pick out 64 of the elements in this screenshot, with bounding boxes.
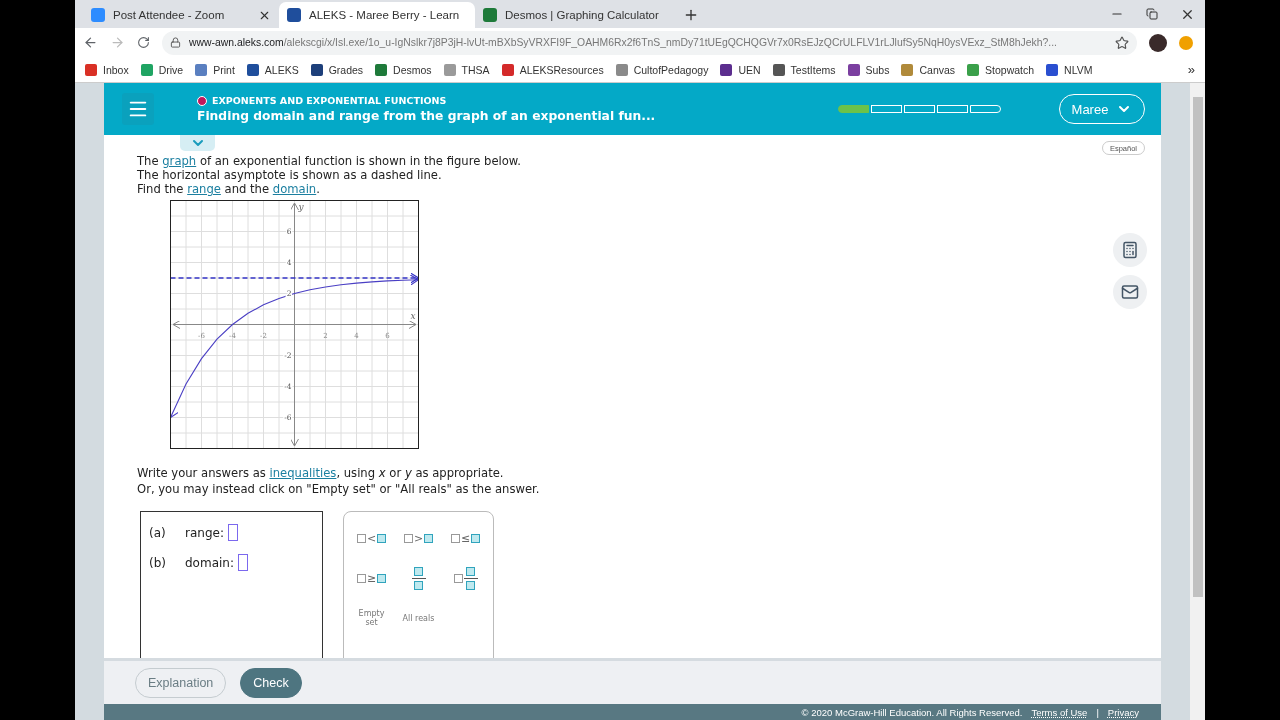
bookmark-item[interactable]: Stopwatch (967, 63, 1035, 76)
inequality-key[interactable]: ≤ (442, 518, 489, 558)
bookmark-item[interactable]: Canvas (901, 63, 956, 76)
topic-title: EXPONENTS AND EXPONENTIAL FUNCTIONS (212, 95, 447, 106)
answer-key[interactable]: All reals (398, 598, 439, 638)
bookmark-item[interactable]: NLVM (1046, 63, 1093, 76)
part-label: (b) (149, 555, 167, 570)
bookmark-item[interactable]: Print (195, 63, 235, 76)
bookmark-item[interactable]: ALEKSResources (501, 63, 604, 76)
profile-avatar[interactable] (1149, 33, 1167, 52)
bookmark-item[interactable]: Inbox (85, 63, 129, 76)
answer-label: domain: (185, 555, 234, 570)
browser-tab[interactable]: Desmos | Graphing Calculator (475, 2, 671, 28)
new-tab-icon[interactable] (683, 7, 699, 23)
term-link[interactable]: graph (162, 154, 197, 168)
instruction-text: The graph of an exponential function is shown in the figure below. (137, 154, 522, 168)
inequality-key[interactable]: > (395, 518, 442, 558)
instruction-text: The horizontal asymptote is shown as a dashed line. (137, 168, 443, 182)
mail-button[interactable] (1113, 275, 1147, 309)
menu-button[interactable] (122, 93, 154, 125)
restore-icon[interactable] (1146, 8, 1158, 20)
term-link[interactable]: domain (272, 182, 317, 196)
axis-label: x (410, 310, 416, 321)
copyright-text: © 2020 McGraw-Hill Education. All Rights Reserved. (801, 706, 1023, 718)
bookmark-item[interactable]: UEN (720, 63, 761, 76)
reload-icon[interactable] (137, 36, 150, 49)
bookmark-item[interactable]: Desmos (375, 63, 432, 76)
instruction-text: Or, you may instead click on "Empty set" or "All reals" as the answer. (137, 481, 541, 497)
answer-field[interactable] (238, 554, 248, 571)
topic-dot-icon (197, 95, 207, 106)
bookmark-item[interactable]: TestItems (772, 63, 836, 76)
inequality-key[interactable]: ≥ (348, 558, 395, 598)
browser-tab[interactable]: ALEKS - Maree Berry - Learn (279, 2, 475, 28)
bookmark-item[interactable]: Subs (847, 63, 890, 76)
term-link[interactable]: range (187, 182, 221, 196)
calculator-button[interactable] (1113, 233, 1147, 267)
calculator-icon (1121, 241, 1139, 259)
answer-key[interactable]: Empty set (351, 598, 392, 638)
check-button[interactable]: Check (240, 667, 302, 698)
bookmark-item[interactable]: Grades (310, 63, 364, 76)
address-bar[interactable]: www-awn.aleks.com/alekscgi/x/Isl.exe/1o_u-IgNslkr7j8P3jH-lvUt-mBXbSyVRXFI9F_OAHM6Rx2f6TnS_nmDy71tUEgQCHQGVr7x0RsEJzQCrULFLV1rLJlufSy5NqH0ysVExz_StM8hJekh?... (162, 30, 1137, 55)
back-icon[interactable] (83, 35, 98, 50)
scrollbar[interactable] (1190, 83, 1205, 720)
lesson-title: Finding domain and range from the graph of an exponential fun... (197, 109, 656, 123)
part-label: (a) (149, 525, 167, 540)
link-separator: | (1096, 706, 1099, 718)
footer-link[interactable]: Terms of Use (1031, 706, 1088, 718)
browser-tab[interactable]: Post Attendee - Zoom (83, 2, 279, 28)
footer-link[interactable]: Privacy (1107, 706, 1139, 718)
bookmark-item[interactable]: THSA (443, 63, 490, 76)
star-icon[interactable] (1115, 35, 1129, 50)
bookmark-item[interactable]: CultofPedagogy (615, 63, 709, 76)
inequality-key[interactable]: < (348, 518, 395, 558)
answer-field[interactable] (227, 524, 238, 541)
axis-label: y (298, 202, 304, 212)
more-bookmarks-button[interactable]: » (1187, 62, 1195, 77)
instruction-text: Find the range and the domain. (137, 182, 321, 196)
explanation-button[interactable]: Explanation (135, 667, 227, 698)
answer-label: range: (185, 525, 224, 540)
mail-icon (1121, 283, 1139, 301)
lock-icon (170, 37, 181, 48)
instruction-text: Write your answers as inequalities, using x or y as appropriate. (137, 465, 505, 481)
bookmark-item[interactable]: ALEKS (246, 63, 299, 76)
bookmark-item[interactable]: Drive (140, 63, 184, 76)
